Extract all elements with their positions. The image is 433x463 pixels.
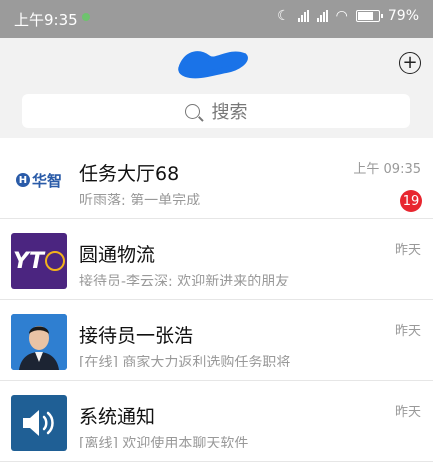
plus-icon: +: [402, 52, 418, 73]
yto-ring-icon: [44, 251, 65, 271]
conversation-list: H 华智 任务大厅68 听雨落: 第一单完成 上午 09:35 19 YT 圆通…: [0, 138, 433, 462]
conversation-title: 任务大厅68: [79, 163, 180, 185]
conversation-preview: [离线] 欢迎使用本聊天软件: [79, 436, 249, 448]
status-bar: 上午9:35 ☾ ◠ 79%: [0, 0, 433, 38]
conversation-item[interactable]: YT 圆通物流 接待员-李云深: 欢迎新进来的朋友 昨天: [0, 219, 433, 300]
status-indicators: ☾ ◠ 79%: [277, 8, 419, 24]
huazhi-mark-icon: H: [15, 173, 30, 187]
speaker-glyph-icon: [23, 410, 54, 436]
huazhi-logo-icon: H 华智: [11, 152, 67, 208]
logo-text: 华智: [31, 171, 62, 190]
conversation-item[interactable]: H 华智 任务大厅68 听雨落: 第一单完成 上午 09:35 19: [0, 138, 433, 219]
status-time: 上午9:35: [14, 11, 78, 29]
logo-text: YT: [13, 248, 44, 274]
speaker-icon: [11, 395, 67, 451]
conversation-time: 昨天: [394, 243, 421, 258]
conversation-item[interactable]: 系统通知 [离线] 欢迎使用本聊天软件 昨天: [0, 381, 433, 462]
search-bar[interactable]: 搜索: [22, 94, 410, 128]
conversation-time: 昨天: [394, 405, 421, 420]
conversation-preview: [在线] 商家大力返利选购任务职将: [79, 355, 291, 367]
signal-icon: [297, 10, 309, 22]
conversation-time: 昨天: [394, 324, 421, 339]
person-photo-avatar: [11, 314, 67, 370]
conversation-preview: 接待员-李云深: 欢迎新进来的朋友: [79, 274, 290, 286]
wifi-icon: ◠: [335, 8, 348, 24]
search-placeholder: 搜索: [211, 102, 248, 123]
yto-logo-icon: YT: [11, 233, 67, 289]
conversation-time: 上午 09:35: [353, 162, 421, 177]
conversation-title: 系统通知: [79, 406, 156, 428]
signal-icon-2: [316, 10, 328, 22]
chat-header: + 搜索: [0, 38, 433, 138]
redacted-title-scribble: [178, 51, 248, 79]
unread-badge: 19: [400, 190, 422, 212]
search-icon: [184, 103, 200, 119]
conversation-title: 接待员一张浩: [79, 325, 194, 347]
battery-level: 79%: [387, 8, 419, 24]
battery-icon: [355, 10, 383, 22]
conversation-item[interactable]: 接待员一张浩 [在线] 商家大力返利选购任务职将 昨天: [0, 300, 433, 381]
person-icon: [11, 314, 67, 370]
conversation-title: 圆通物流: [79, 244, 156, 266]
conversation-preview: 听雨落: 第一单完成: [79, 193, 201, 205]
moon-icon: ☾: [277, 8, 290, 24]
plus-button[interactable]: +: [399, 52, 421, 74]
notification-dot-icon: [82, 13, 90, 21]
